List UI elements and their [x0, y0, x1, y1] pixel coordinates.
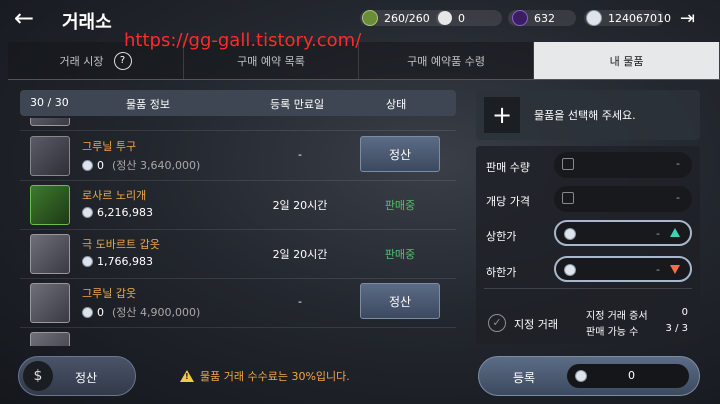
tab-purchase-reservations-label: 구매 예약 목록: [237, 54, 305, 68]
settle-all-label: 정산: [75, 371, 98, 385]
silver-coin-icon: [564, 228, 576, 240]
item-expiry: -: [298, 295, 302, 308]
register-button[interactable]: 등록 0: [478, 356, 700, 396]
back-arrow-icon[interactable]: ←: [14, 6, 42, 30]
silver-value: 124067010: [608, 11, 671, 25]
money-bag-icon: $: [23, 361, 53, 391]
table-row[interactable]: 극 도바르트 갑옷 1,766,983 2일 20시간 판매중: [20, 230, 456, 279]
item-expiry: 2일 20시간: [272, 199, 328, 212]
item-name: 로사르 노리개: [82, 189, 147, 202]
lower-price-label: 하한가: [486, 266, 517, 279]
table-row[interactable]: [20, 118, 456, 131]
tab-my-items[interactable]: 내 물품: [534, 42, 720, 79]
register-label: 등록: [513, 371, 536, 385]
price-up-icon[interactable]: [670, 228, 680, 237]
gem-value: 632: [534, 11, 555, 25]
watermark-url: https://gg-gall.tistory.com/: [124, 30, 362, 51]
available-label: 판매 가능 수: [586, 327, 639, 338]
item-select-box[interactable]: + 물품을 선택해 주세요.: [476, 90, 700, 140]
gem-icon: [512, 10, 528, 26]
register-amount: 0: [628, 369, 635, 382]
fee-notice-text: 물품 거래 수수료는 30%입니다.: [200, 370, 350, 383]
tab-reserved-receipt[interactable]: 구매 예약품 수령: [359, 42, 535, 79]
status-badge: 판매중: [384, 248, 416, 261]
header-status: 상태: [386, 98, 407, 111]
table-header: 30 / 30 물품 정보 등록 만료일 상태: [20, 90, 456, 116]
header-expiry: 등록 만료일: [270, 98, 325, 111]
header-item-info: 물품 정보: [126, 98, 170, 111]
armor-icon: [30, 118, 70, 126]
settle-button[interactable]: 정산: [360, 136, 440, 172]
upper-price-label: 상한가: [486, 230, 517, 243]
divider: [484, 288, 692, 289]
pearl-value: 0: [458, 11, 465, 25]
tab-bar: 거래 시장 ? 구매 예약 목록 구매 예약품 수령 내 물품: [8, 42, 720, 80]
silver-coin-icon: [564, 264, 576, 276]
settlement-amount: (정산 3,640,000): [112, 159, 201, 172]
item-name: 그루닐 투구: [82, 140, 137, 153]
item-list[interactable]: 그루닐 투구 0 (정산 3,640,000) - 정산 로사르 노리개 6,2…: [20, 118, 456, 346]
help-icon[interactable]: ?: [113, 51, 132, 70]
settle-all-button[interactable]: $ 정산: [18, 356, 136, 396]
armor-icon: [30, 332, 70, 346]
pearl-icon: [438, 11, 452, 25]
armor-icon: [30, 234, 70, 274]
exit-icon[interactable]: ⇥: [680, 8, 702, 29]
keypad-icon: [562, 158, 574, 170]
silver-coin-icon: [575, 370, 587, 382]
silver-coin-icon: [82, 256, 93, 267]
table-row[interactable]: 그루닐 투구 0 (정산 3,640,000) - 정산: [20, 132, 456, 181]
unit-price-field[interactable]: -: [554, 186, 692, 212]
item-name: 극 도바르트 갑옷: [82, 238, 160, 251]
table-row[interactable]: [20, 328, 456, 346]
item-expiry: -: [298, 148, 302, 161]
item-price: 0: [97, 158, 104, 172]
designated-trade-checkbox[interactable]: ✓: [488, 314, 506, 332]
item-price: 6,216,983: [97, 206, 153, 219]
keypad-icon: [562, 192, 574, 204]
item-price: 0: [97, 305, 104, 319]
lower-price-field[interactable]: -: [554, 256, 692, 282]
status-badge: 판매중: [384, 199, 416, 212]
warning-icon: !: [180, 370, 194, 382]
silver-coin-icon: [82, 159, 93, 171]
energy-icon: [362, 10, 378, 26]
table-row[interactable]: 로사르 노리개 6,216,983 2일 20시간 판매중: [20, 181, 456, 230]
ornament-icon: [30, 185, 70, 225]
tab-my-items-label: 내 물품: [609, 54, 644, 68]
register-amount-box: 0: [567, 364, 689, 388]
add-item-icon[interactable]: +: [484, 97, 520, 133]
quantity-field[interactable]: -: [554, 152, 692, 178]
energy-value: 260/260: [384, 11, 430, 25]
table-row[interactable]: 그루닐 갑옷 0 (정산 4,900,000) - 정산: [20, 279, 456, 328]
quantity-label: 판매 수량: [486, 161, 530, 174]
silver-coin-icon: [82, 306, 93, 318]
available-value: 3 / 3: [665, 323, 688, 334]
fee-notice: ! 물품 거래 수수료는 30%입니다.: [180, 368, 350, 384]
silver-icon: [586, 10, 602, 26]
helmet-icon: [30, 136, 70, 176]
settlement-amount: (정산 4,900,000): [112, 306, 201, 319]
select-item-prompt: 물품을 선택해 주세요.: [534, 109, 636, 122]
tab-market-label: 거래 시장: [59, 54, 104, 68]
page-title: 거래소: [62, 12, 112, 33]
designated-trade-label: 지정 거래: [514, 318, 558, 331]
settle-button[interactable]: 정산: [360, 283, 440, 319]
item-count: 30 / 30: [30, 96, 69, 109]
upper-price-field[interactable]: -: [554, 220, 692, 246]
item-name: 그루닐 갑옷: [82, 287, 137, 300]
item-price: 1,766,983: [97, 255, 153, 268]
item-expiry: 2일 20시간: [272, 248, 328, 261]
certificate-label: 지정 거래 증서: [586, 311, 648, 322]
certificate-value: 0: [681, 307, 688, 318]
unit-price-label: 개당 가격: [486, 195, 530, 208]
silver-coin-icon: [82, 207, 93, 218]
price-down-icon[interactable]: [670, 265, 680, 274]
sell-form: 판매 수량 - 개당 가격 - 상한가 - 하한가 - ✓ 지정 거래 지정 거…: [476, 146, 700, 344]
armor-icon: [30, 283, 70, 323]
tab-reserved-receipt-label: 구매 예약품 수령: [407, 54, 485, 68]
